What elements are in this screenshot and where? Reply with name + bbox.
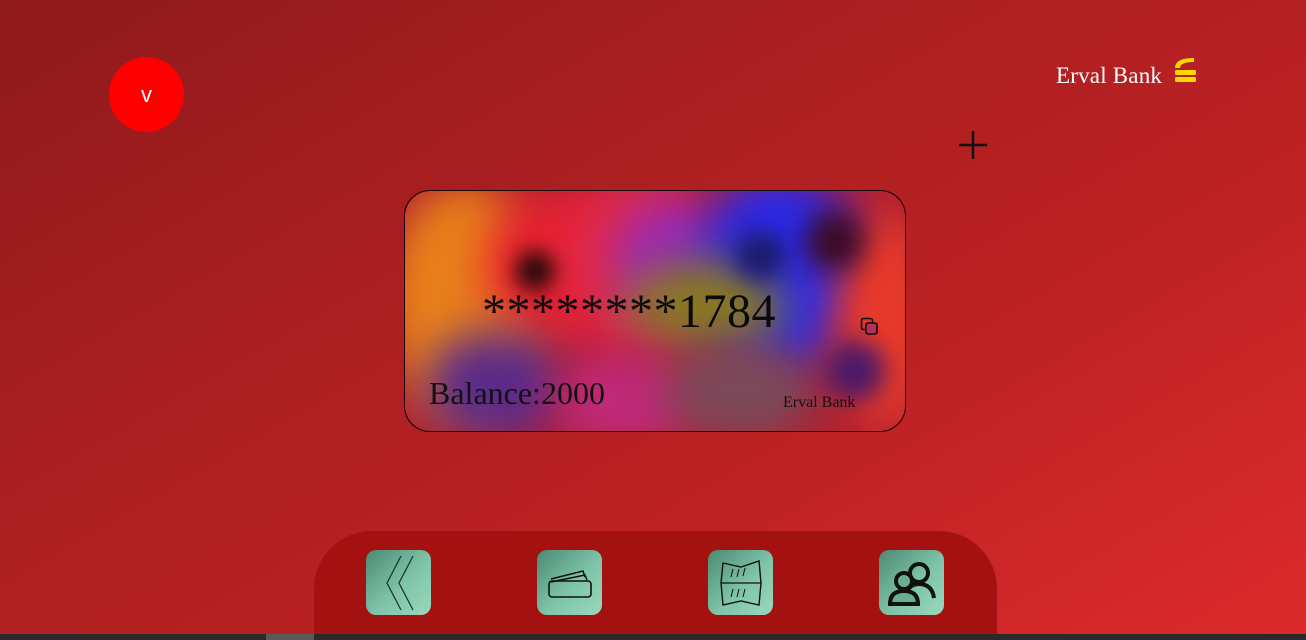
plus-icon — [959, 131, 987, 159]
card-number: ********1784 — [482, 285, 776, 338]
brand-name: Erval Bank — [1056, 62, 1163, 88]
cards-icon — [547, 569, 592, 598]
folded-map-icon — [719, 559, 762, 606]
nav-cards-button[interactable] — [537, 550, 602, 615]
bottom-nav — [314, 531, 997, 640]
avatar-initial: v — [141, 81, 152, 107]
balance-value: 2000 — [540, 375, 605, 411]
users-icon — [887, 561, 936, 606]
chevron-left-icon — [385, 555, 414, 610]
add-card-button[interactable] — [957, 129, 989, 161]
brand-header: Erval Bank — [1056, 56, 1198, 89]
copy-icon[interactable] — [860, 317, 880, 337]
scrollbar-thumb[interactable] — [266, 634, 314, 640]
nav-back-button[interactable] — [366, 550, 431, 615]
nav-transfers-button[interactable] — [708, 550, 773, 615]
bank-card[interactable]: ********1784 Balance:2000 Erval Bank — [404, 190, 906, 432]
user-avatar[interactable]: v — [109, 57, 184, 132]
nav-contacts-button[interactable] — [879, 550, 944, 615]
card-balance: Balance:2000 — [429, 375, 605, 412]
balance-label: Balance: — [429, 375, 541, 411]
bank-logo-icon — [1172, 56, 1198, 89]
horizontal-scrollbar[interactable] — [0, 634, 1306, 640]
card-bank-name: Erval Bank — [783, 394, 856, 411]
